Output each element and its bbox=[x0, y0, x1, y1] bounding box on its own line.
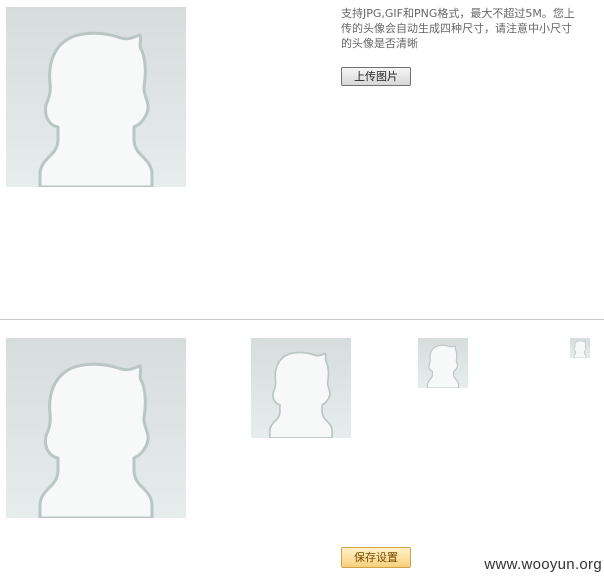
upload-instructions: 支持JPG,GIF和PNG格式，最大不超过5M。您上传的头像会自动生成四种尺寸，… bbox=[341, 7, 575, 50]
default-avatar-silhouette-icon bbox=[573, 340, 587, 358]
current-avatar-image bbox=[6, 7, 186, 187]
avatar-preview-large bbox=[6, 338, 186, 518]
section-divider bbox=[0, 319, 604, 320]
watermark: www.wooyun.org bbox=[484, 556, 602, 573]
default-avatar-silhouette-icon bbox=[426, 344, 460, 388]
upload-image-button[interactable]: 上传图片 bbox=[341, 67, 411, 86]
default-avatar-silhouette-icon bbox=[38, 31, 154, 187]
save-settings-button[interactable]: 保存设置 bbox=[341, 547, 411, 568]
avatar-preview-tiny bbox=[570, 338, 590, 358]
default-avatar-silhouette-icon bbox=[269, 351, 333, 438]
avatar-preview-small bbox=[418, 338, 468, 388]
avatar-preview-medium bbox=[251, 338, 351, 438]
default-avatar-silhouette-icon bbox=[38, 362, 154, 518]
